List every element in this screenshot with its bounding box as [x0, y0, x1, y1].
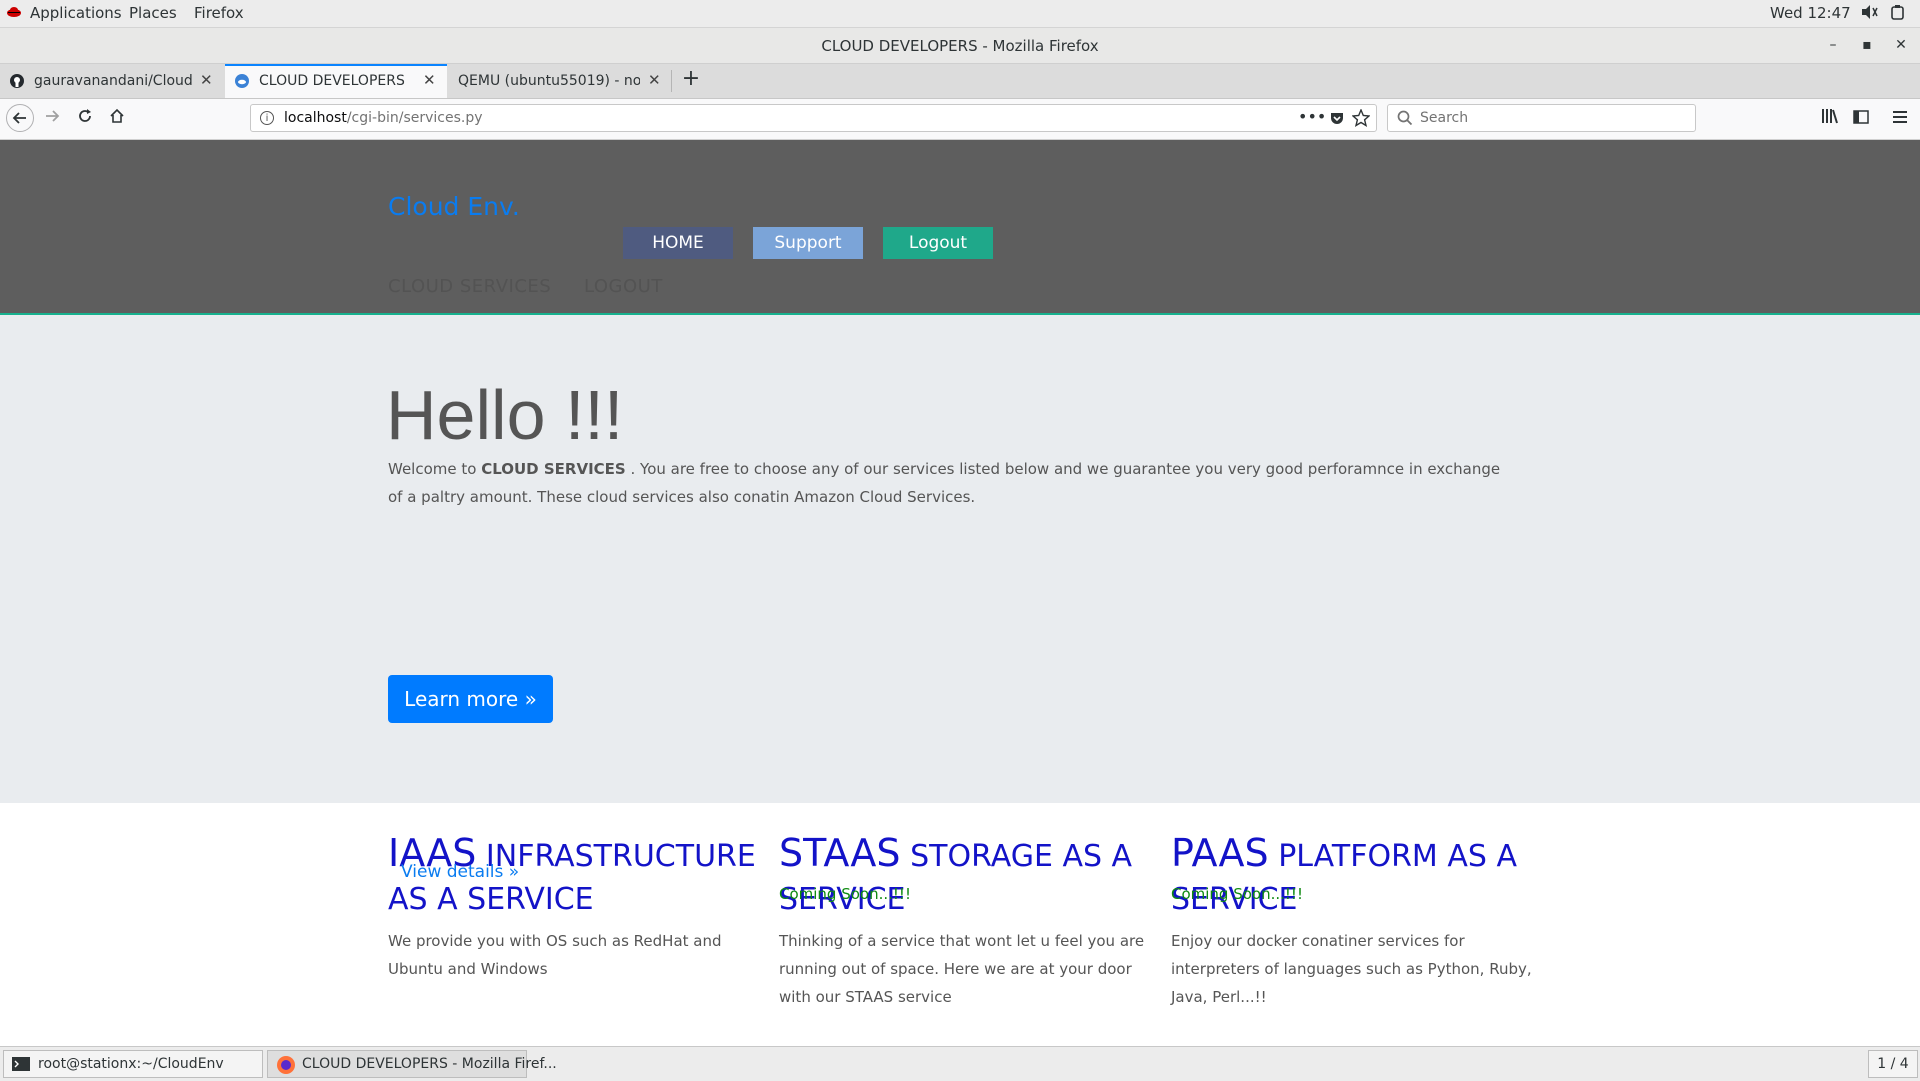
hero-section: Hello !!! Welcome to CLOUD SERVICES . Yo…	[0, 315, 1920, 803]
reload-button[interactable]	[71, 105, 99, 133]
service-card-staas: STAAS STORAGE AS A SERVICE Thinking of a…	[779, 832, 1149, 1011]
logout-link[interactable]: LOGOUT	[584, 276, 663, 297]
hero-title: Hello !!!	[386, 376, 624, 454]
service-description: Enjoy our docker conatiner services for …	[1171, 932, 1532, 1006]
task-terminal[interactable]: root@stationx:~/CloudEnv	[3, 1050, 263, 1078]
learn-more-button[interactable]: Learn more »	[388, 675, 553, 723]
firefox-icon	[276, 1055, 296, 1079]
maximize-button[interactable]: ▪	[1856, 34, 1878, 56]
tab-label: QEMU (ubuntu55019) - noVNC	[458, 73, 640, 89]
service-title: STAAS STORAGE AS A SERVICE	[779, 832, 1149, 921]
service-acronym: PAAS	[1171, 831, 1269, 875]
view-details-link[interactable]: View details »	[401, 862, 519, 882]
terminal-icon	[12, 1057, 30, 1075]
search-icon	[1397, 110, 1413, 130]
service-card-paas: PAAS PLATFORM AS A SERVICE Enjoy our doc…	[1171, 832, 1541, 1011]
url-text[interactable]: localhost/cgi-bin/services.py	[284, 110, 483, 126]
home-nav-button[interactable]: HOME	[623, 227, 733, 259]
search-placeholder: Search	[1420, 110, 1469, 126]
new-tab-button[interactable]: +	[677, 64, 705, 98]
site-info-icon[interactable]: i	[260, 111, 274, 125]
tab-strip: gauravanandani/CloudEnv ✕ CLOUD DEVELOPE…	[0, 64, 1920, 99]
url-path: /cgi-bin/services.py	[346, 110, 483, 126]
close-tab-icon[interactable]: ✕	[648, 71, 661, 89]
places-menu[interactable]: Places	[129, 4, 177, 22]
forward-button[interactable]	[38, 105, 66, 133]
lead-bold: CLOUD SERVICES	[481, 460, 626, 478]
window-title-bar: CLOUD DEVELOPERS - Mozilla Firefox – ▪ ✕	[0, 28, 1920, 64]
task-label: CLOUD DEVELOPERS - Mozilla Firef...	[302, 1056, 557, 1072]
url-host: localhost	[284, 110, 347, 126]
close-tab-icon[interactable]: ✕	[423, 71, 436, 89]
hamburger-menu-icon[interactable]	[1886, 105, 1914, 133]
tab-qemu-novnc[interactable]: QEMU (ubuntu55019) - noVNC ✕	[448, 64, 670, 98]
hero-lead: Welcome to CLOUD SERVICES . You are free…	[388, 455, 1518, 511]
service-description: We provide you with OS such as RedHat an…	[388, 932, 722, 978]
applications-menu[interactable]: Applications	[30, 4, 122, 22]
github-icon	[10, 74, 24, 88]
logout-nav-button[interactable]: Logout	[883, 227, 993, 259]
bookmark-star-icon[interactable]	[1351, 108, 1371, 131]
coming-soon-text: Coming Soon...!!!	[1171, 885, 1303, 903]
service-description: Thinking of a service that wont let u fe…	[779, 932, 1145, 1006]
tab-separator	[671, 70, 672, 92]
search-bar[interactable]: Search	[1387, 104, 1696, 132]
pocket-icon[interactable]	[1329, 110, 1345, 130]
tab-label: CLOUD DEVELOPERS	[259, 73, 405, 89]
taskbar: root@stationx:~/CloudEnv CLOUD DEVELOPER…	[0, 1046, 1920, 1081]
coming-soon-text: Coming Soon...!!!	[779, 885, 911, 903]
clock[interactable]: Wed 12:47	[1770, 4, 1851, 22]
task-firefox[interactable]: CLOUD DEVELOPERS - Mozilla Firef...	[267, 1050, 557, 1079]
support-nav-button[interactable]: Support	[753, 227, 863, 259]
navigation-toolbar: i localhost/cgi-bin/services.py ••• Sear…	[0, 99, 1920, 140]
firefox-app-menu[interactable]: Firefox	[194, 4, 244, 22]
page-viewport: Cloud Env. HOME Support Logout CLOUD SER…	[0, 140, 1920, 1046]
close-tab-icon[interactable]: ✕	[200, 71, 213, 89]
site-brand[interactable]: Cloud Env.	[388, 192, 520, 221]
url-bar[interactable]: i localhost/cgi-bin/services.py •••	[250, 104, 1377, 132]
minimize-button[interactable]: –	[1822, 34, 1844, 56]
tab-label: gauravanandani/CloudEnv	[34, 73, 192, 89]
redhat-logo-icon[interactable]	[6, 4, 22, 24]
site-header: Cloud Env. HOME Support Logout CLOUD SER…	[0, 140, 1920, 315]
lead-prefix: Welcome to	[388, 460, 482, 478]
sidebar-toggle-icon[interactable]	[1847, 105, 1875, 133]
page-actions-icon[interactable]: •••	[1298, 107, 1326, 126]
library-icon[interactable]	[1816, 105, 1844, 133]
workspace-label: 1 / 4	[1877, 1056, 1909, 1072]
cloud-favicon-icon	[235, 74, 249, 88]
back-button[interactable]	[6, 104, 34, 132]
home-button[interactable]	[103, 105, 131, 133]
task-label: root@stationx:~/CloudEnv	[38, 1056, 224, 1072]
close-window-button[interactable]: ✕	[1890, 34, 1912, 56]
tab-github[interactable]: gauravanandani/CloudEnv ✕	[0, 64, 224, 98]
volume-icon[interactable]	[1861, 4, 1879, 24]
workspace-indicator[interactable]: 1 / 4	[1868, 1050, 1918, 1078]
service-card-iaas: IAAS INFRASTRUCTURE AS A SERVICE We prov…	[388, 832, 758, 983]
service-title: PAAS PLATFORM AS A SERVICE	[1171, 832, 1541, 921]
system-top-bar: Applications Places Firefox Wed 12:47	[0, 0, 1920, 28]
service-acronym: STAAS	[779, 831, 901, 875]
window-title: CLOUD DEVELOPERS - Mozilla Firefox	[821, 37, 1099, 55]
cloud-services-link[interactable]: CLOUD SERVICES	[388, 276, 551, 297]
power-icon[interactable]	[1890, 4, 1906, 24]
tab-cloud-developers[interactable]: CLOUD DEVELOPERS ✕	[225, 64, 447, 98]
